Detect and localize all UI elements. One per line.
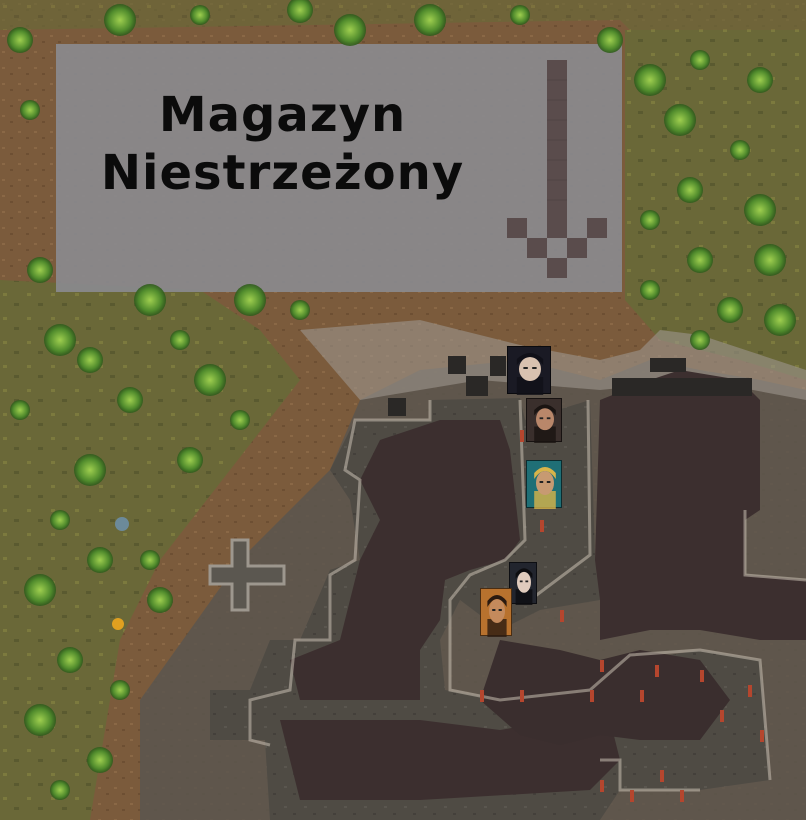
tree-icon bbox=[230, 410, 250, 430]
zone-title-line2: Niestrzeżony bbox=[100, 145, 465, 201]
colonist-portrait-suit-man-icon[interactable] bbox=[509, 562, 537, 605]
tree-icon bbox=[44, 324, 76, 356]
zone-title: Magazyn Niestrzeżony bbox=[60, 86, 505, 202]
tree-icon bbox=[334, 14, 366, 46]
tree-icon bbox=[690, 330, 710, 350]
tree-icon bbox=[640, 280, 660, 300]
tree-icon bbox=[50, 510, 70, 530]
tree-icon bbox=[50, 780, 70, 800]
tree-icon bbox=[190, 5, 210, 25]
cave-item-marker bbox=[760, 730, 764, 742]
tree-icon bbox=[744, 194, 776, 226]
tree-icon bbox=[87, 547, 113, 573]
tree-icon bbox=[24, 574, 56, 606]
tree-icon bbox=[57, 647, 83, 673]
tree-icon bbox=[20, 100, 40, 120]
tree-icon bbox=[7, 27, 33, 53]
cave-item-marker bbox=[590, 690, 594, 702]
cave-item-marker bbox=[748, 685, 752, 697]
tree-icon bbox=[664, 104, 696, 136]
colonist-portrait-dark-hair-woman-icon[interactable] bbox=[507, 346, 551, 395]
tree-icon bbox=[77, 347, 103, 373]
tree-icon bbox=[414, 4, 446, 36]
tree-icon bbox=[730, 140, 750, 160]
cave-item-marker bbox=[720, 710, 724, 722]
tree-icon bbox=[177, 447, 203, 473]
tree-icon bbox=[677, 177, 703, 203]
tree-icon bbox=[74, 454, 106, 486]
colonist-portrait-feather-headdress-icon[interactable] bbox=[526, 460, 562, 509]
tree-icon bbox=[290, 300, 310, 320]
cave-item-marker bbox=[680, 790, 684, 802]
tree-icon bbox=[510, 5, 530, 25]
tree-icon bbox=[27, 257, 53, 283]
cave-item-marker bbox=[520, 430, 524, 442]
tree-icon bbox=[754, 244, 786, 276]
tree-icon bbox=[104, 4, 136, 36]
cave-item-marker bbox=[640, 690, 644, 702]
tree-icon bbox=[110, 680, 130, 700]
cave-item-marker bbox=[480, 690, 484, 702]
tree-icon bbox=[690, 50, 710, 70]
zone-title-line1: Magazyn bbox=[158, 87, 407, 143]
tree-icon bbox=[87, 747, 113, 773]
tree-icon bbox=[170, 330, 190, 350]
tree-icon bbox=[194, 364, 226, 396]
cave-item-marker bbox=[655, 665, 659, 677]
tree-icon bbox=[117, 387, 143, 413]
tree-icon bbox=[147, 587, 173, 613]
cave-item-marker bbox=[630, 790, 634, 802]
tree-icon bbox=[764, 304, 796, 336]
cave-item-marker bbox=[540, 520, 544, 532]
tree-icon bbox=[747, 67, 773, 93]
cave-item-marker bbox=[660, 770, 664, 782]
tree-icon bbox=[140, 550, 160, 570]
tree-icon bbox=[634, 64, 666, 96]
cave-item-marker bbox=[600, 780, 604, 792]
tree-icon bbox=[640, 210, 660, 230]
cave-item-marker bbox=[560, 610, 564, 622]
tree-icon bbox=[717, 297, 743, 323]
cave-item-marker bbox=[600, 660, 604, 672]
tree-icon bbox=[687, 247, 713, 273]
colonist-portrait-sunglasses-man-icon[interactable] bbox=[526, 398, 562, 443]
cave-item-marker bbox=[520, 690, 524, 702]
colonist-portrait-bearded-captain-icon[interactable] bbox=[480, 588, 512, 637]
cave-item-marker bbox=[700, 670, 704, 682]
tree-icon bbox=[10, 400, 30, 420]
tree-icon bbox=[24, 704, 56, 736]
